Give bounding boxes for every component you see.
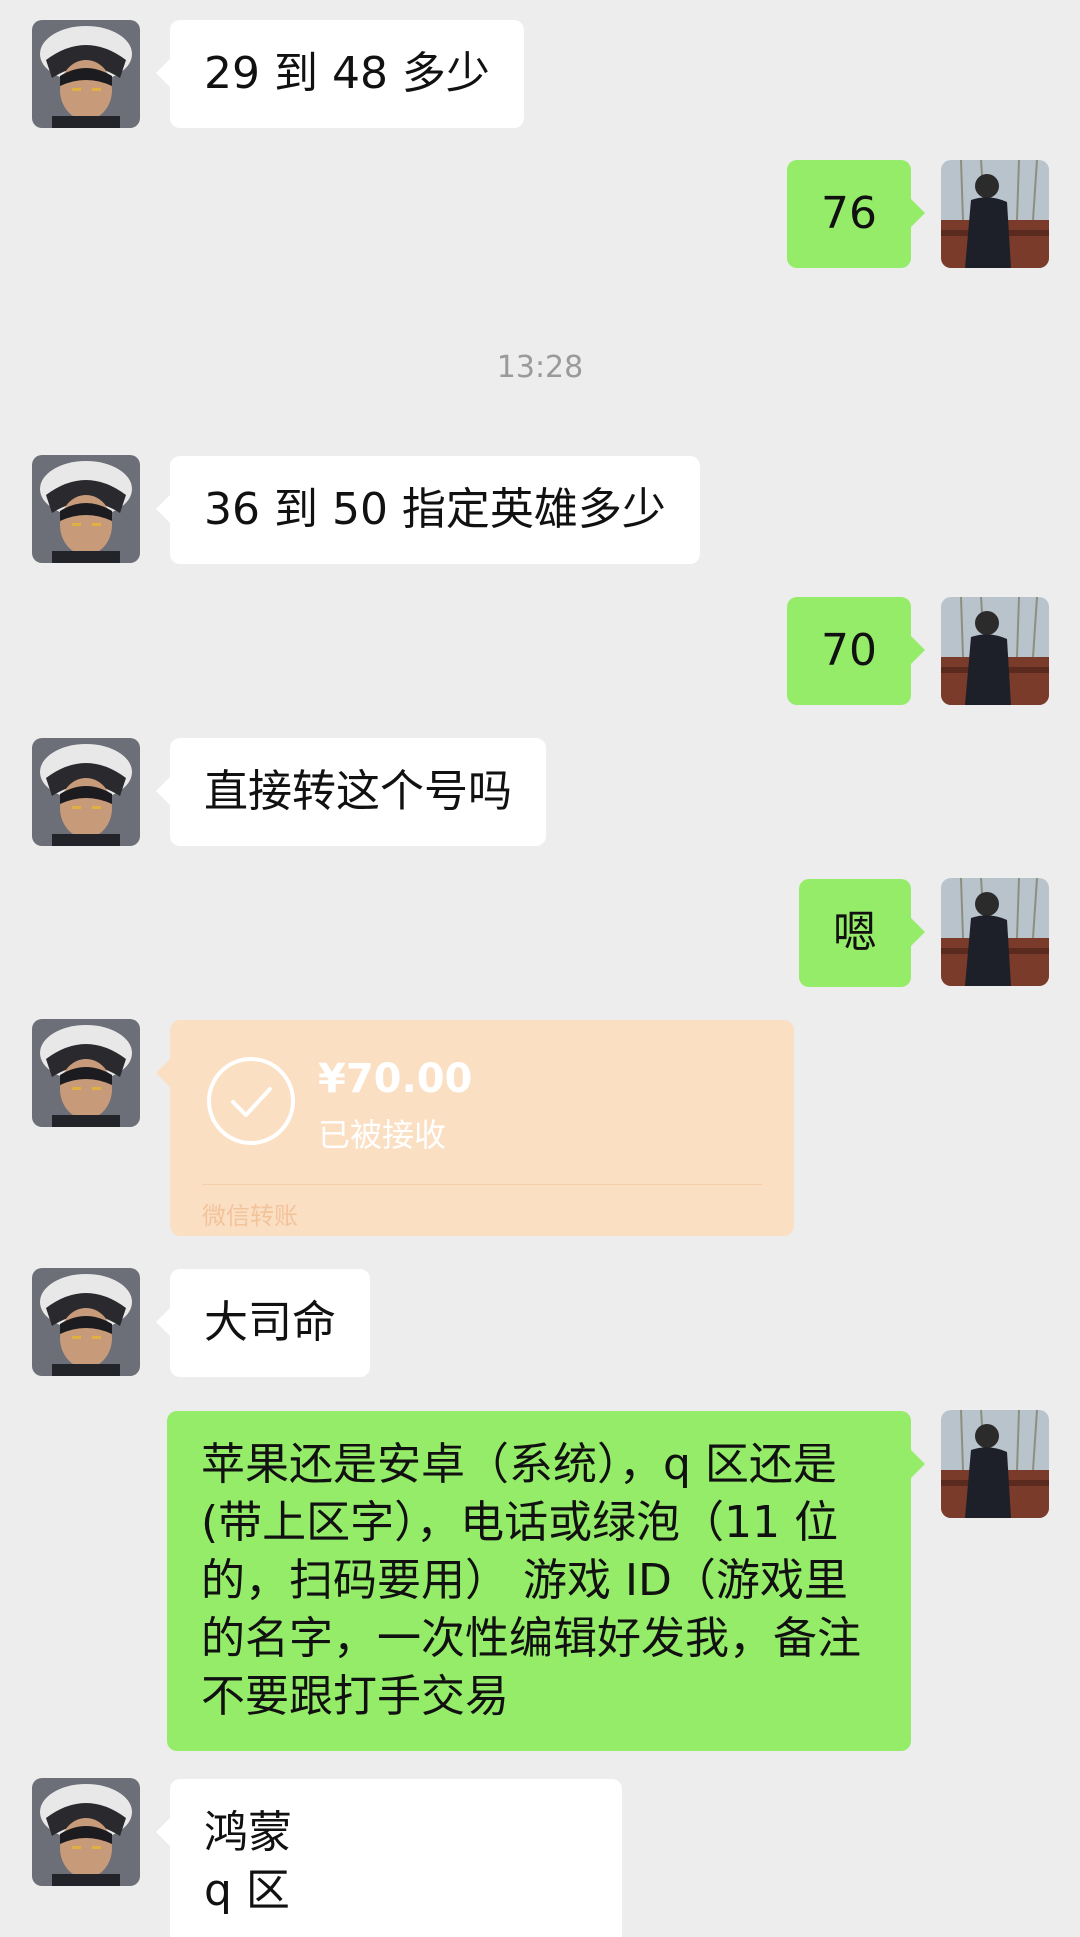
contact-avatar-icon[interactable] xyxy=(32,1268,140,1376)
message-bubble-outgoing[interactable]: 苹果还是安卓（系统），q 区还是 (带上区字），电话或绿泡（11 位 的，扫码要… xyxy=(167,1411,925,1751)
message-text: 29 到 48 多少 xyxy=(204,48,490,99)
message-bubble-outgoing[interactable]: 嗯 xyxy=(799,879,925,987)
message-line: 的名字，一次性编辑好发我，备注 xyxy=(201,1613,861,1664)
message-text: 大司命 xyxy=(204,1297,336,1348)
message-bubble-incoming[interactable]: 大司命 xyxy=(156,1269,370,1377)
user-avatar-icon[interactable] xyxy=(941,1410,1049,1518)
message-bubble-incoming[interactable]: 36 到 50 指定英雄多少 xyxy=(156,456,700,564)
contact-avatar-icon[interactable] xyxy=(32,455,140,563)
transfer-card[interactable]: ¥70.00 已被接收 微信转账 xyxy=(156,1020,794,1236)
message-line: 苹果还是安卓（系统），q 区还是 xyxy=(201,1439,837,1490)
message-text: 76 xyxy=(821,188,877,239)
transfer-status: 已被接收 xyxy=(318,1116,447,1154)
message-bubble-outgoing[interactable]: 76 xyxy=(787,160,925,268)
message-line: q 区 xyxy=(204,1865,290,1916)
message-bubble-incoming[interactable]: 鸿蒙 q 区 xyxy=(156,1779,622,1937)
transfer-divider xyxy=(202,1184,762,1185)
message-text: 直接转这个号吗 xyxy=(204,766,512,817)
user-avatar-icon[interactable] xyxy=(941,878,1049,986)
contact-avatar-icon[interactable] xyxy=(32,1778,140,1886)
check-circle-icon xyxy=(207,1057,295,1145)
chat-window[interactable]: 29 到 48 多少 76 13:28 36 到 50 指定英雄多少 70 直接… xyxy=(0,0,1080,1937)
transfer-amount: ¥70.00 xyxy=(318,1056,473,1102)
message-bubble-outgoing[interactable]: 70 xyxy=(787,597,925,705)
message-line: (带上区字），电话或绿泡（11 位 xyxy=(201,1497,839,1548)
message-line: 的，扫码要用） 游戏 ID（游戏里 xyxy=(201,1555,848,1606)
message-bubble-incoming[interactable]: 29 到 48 多少 xyxy=(156,20,524,128)
message-line: 不要跟打手交易 xyxy=(201,1671,509,1722)
message-line: 鸿蒙 xyxy=(204,1807,292,1858)
contact-avatar-icon[interactable] xyxy=(32,1019,140,1127)
message-bubble-incoming[interactable]: 直接转这个号吗 xyxy=(156,738,546,846)
contact-avatar-icon[interactable] xyxy=(32,738,140,846)
contact-avatar-icon[interactable] xyxy=(32,20,140,128)
transfer-label: 微信转账 xyxy=(202,1202,298,1230)
message-text: 嗯 xyxy=(833,907,877,958)
message-text: 36 到 50 指定英雄多少 xyxy=(204,484,666,535)
user-avatar-icon[interactable] xyxy=(941,597,1049,705)
message-text: 70 xyxy=(821,625,877,676)
user-avatar-icon[interactable] xyxy=(941,160,1049,268)
timestamp: 13:28 xyxy=(496,350,584,385)
